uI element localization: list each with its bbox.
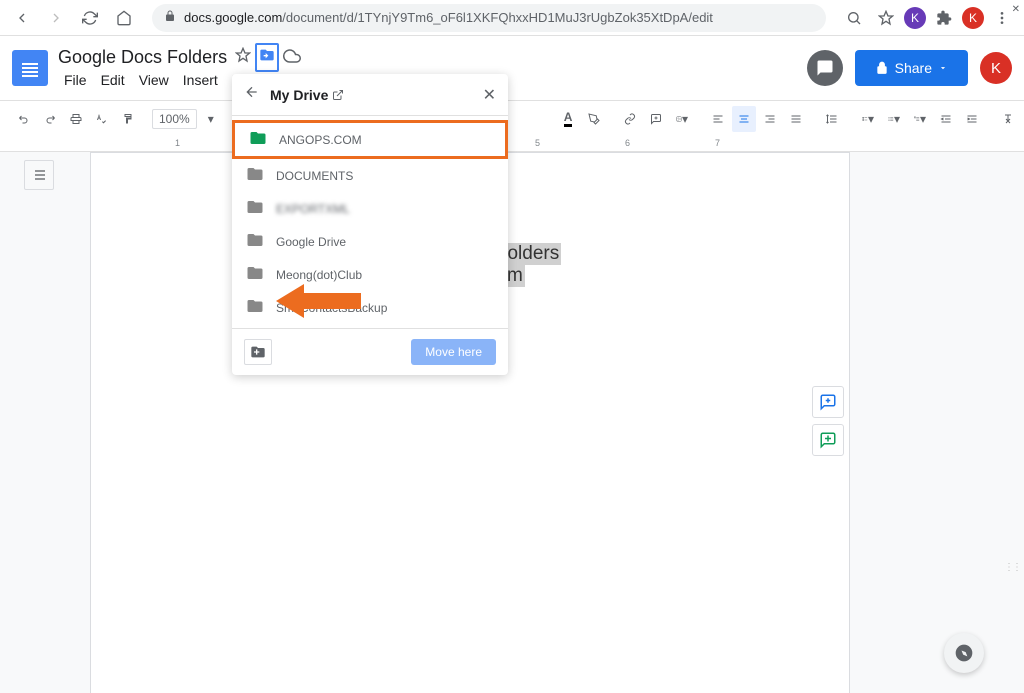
reload-button[interactable] — [76, 4, 104, 32]
folder-icon — [246, 165, 264, 186]
back-button[interactable] — [8, 4, 36, 32]
comment-history-button[interactable] — [807, 50, 843, 86]
text-color-button[interactable]: A — [556, 106, 580, 132]
extensions-icon[interactable] — [930, 4, 958, 32]
address-bar[interactable]: docs.google.com/document/d/1TYnjY9Tm6_oF… — [152, 4, 826, 32]
browser-chrome-bar: docs.google.com/document/d/1TYnjY9Tm6_oF… — [0, 0, 1024, 36]
folder-name: ANGOPS.COM — [279, 133, 362, 147]
menu-view[interactable]: View — [133, 70, 175, 90]
folder-icon — [246, 231, 264, 252]
move-here-button[interactable]: Move here — [411, 339, 496, 365]
menu-insert[interactable]: Insert — [177, 70, 224, 90]
forward-button[interactable] — [42, 4, 70, 32]
url-host: docs.google.com — [184, 10, 282, 25]
folder-item[interactable]: ANGOPS.COM — [232, 120, 508, 159]
folder-item[interactable]: SmsContactsBackup — [232, 291, 508, 324]
home-button[interactable] — [110, 4, 138, 32]
checklist-button[interactable]: ▾ — [856, 106, 880, 132]
indent-increase-button[interactable] — [960, 106, 984, 132]
share-button[interactable]: Share — [855, 50, 968, 86]
print-button[interactable] — [64, 106, 88, 132]
add-comment-button[interactable] — [644, 106, 668, 132]
explore-button[interactable] — [944, 633, 984, 673]
cloud-status-icon[interactable] — [283, 47, 301, 68]
lock-icon — [164, 10, 176, 25]
move-popup: My Drive ✕ ANGOPS.COM DOCUMENTS EXPORTXM… — [232, 74, 508, 375]
new-folder-button[interactable] — [244, 339, 272, 365]
outline-button[interactable] — [24, 160, 54, 190]
redo-button[interactable] — [38, 106, 62, 132]
folder-icon — [246, 264, 264, 285]
url-path: /document/d/1TYnjY9Tm6_oF6l1XKFQhxxHD1Mu… — [282, 10, 713, 25]
move-file-icon[interactable] — [259, 47, 275, 68]
folder-icon — [246, 198, 264, 219]
highlight-button[interactable] — [582, 106, 606, 132]
share-label: Share — [895, 60, 932, 76]
folder-name: Meong(dot)Club — [276, 268, 362, 282]
spellcheck-button[interactable] — [90, 106, 114, 132]
folder-item[interactable]: DOCUMENTS — [232, 159, 508, 192]
add-comment-side-button[interactable] — [812, 386, 844, 418]
docs-logo[interactable] — [12, 50, 48, 86]
docs-header: Google Docs Folders File Edit View Inser… — [0, 36, 1024, 100]
folder-list: ANGOPS.COM DOCUMENTS EXPORTXML Google Dr… — [232, 116, 508, 328]
folder-icon — [246, 297, 264, 318]
menu-edit[interactable]: Edit — [95, 70, 131, 90]
clear-formatting-button[interactable] — [996, 106, 1020, 132]
zoom-select[interactable]: 100% — [152, 109, 197, 129]
document-title[interactable]: Google Docs Folders — [58, 47, 227, 68]
zoom-dropdown[interactable]: ▾ — [199, 106, 223, 132]
format-paint-button[interactable] — [116, 106, 140, 132]
folder-item[interactable]: EXPORTXML — [232, 192, 508, 225]
insert-image-button[interactable]: ▾ — [670, 106, 694, 132]
folder-icon — [249, 129, 267, 150]
folder-item[interactable]: Meong(dot)Club — [232, 258, 508, 291]
find-icon[interactable] — [840, 4, 868, 32]
bookmark-icon[interactable] — [872, 4, 900, 32]
open-external-icon[interactable] — [332, 89, 344, 101]
folder-name: SmsContactsBackup — [276, 301, 387, 315]
numbered-list-button[interactable]: 1▾ — [908, 106, 932, 132]
align-justify-button[interactable] — [784, 106, 808, 132]
menu-file[interactable]: File — [58, 70, 93, 90]
scrollbar-handle[interactable]: ⋮⋮ — [1004, 562, 1020, 573]
folder-name: EXPORTXML — [276, 202, 350, 216]
indent-decrease-button[interactable] — [934, 106, 958, 132]
extension-avatar[interactable]: K — [904, 7, 926, 29]
horizontal-ruler[interactable]: 1 2 3 4 5 6 7 — [0, 136, 1024, 152]
folder-name: DOCUMENTS — [276, 169, 353, 183]
popup-close-button[interactable]: ✕ — [483, 85, 496, 105]
svg-text:1: 1 — [915, 117, 916, 119]
align-right-button[interactable] — [758, 106, 782, 132]
profile-avatar[interactable]: K — [962, 7, 984, 29]
dropdown-icon — [938, 63, 948, 73]
account-avatar[interactable]: K — [980, 52, 1012, 84]
toolbar: 100% ▾ Norm A ▾ ▾ ▾ 1▾ ▾ — [0, 100, 1024, 136]
align-left-button[interactable] — [706, 106, 730, 132]
lock-icon — [875, 61, 889, 75]
close-tab-icon[interactable]: ✕ — [1012, 4, 1020, 15]
folder-name: Google Drive — [276, 235, 346, 249]
bulleted-list-button[interactable]: ▾ — [882, 106, 906, 132]
star-icon[interactable] — [235, 47, 251, 68]
align-center-button[interactable] — [732, 106, 756, 132]
document-canvas: Google Docs Folders Angops.com ⋮⋮ — [0, 152, 1024, 693]
insert-link-button[interactable] — [618, 106, 642, 132]
folder-item[interactable]: Google Drive — [232, 225, 508, 258]
suggest-side-button[interactable] — [812, 424, 844, 456]
popup-title: My Drive — [270, 87, 473, 103]
line-spacing-button[interactable] — [820, 106, 844, 132]
undo-button[interactable] — [12, 106, 36, 132]
popup-back-button[interactable] — [244, 84, 260, 105]
